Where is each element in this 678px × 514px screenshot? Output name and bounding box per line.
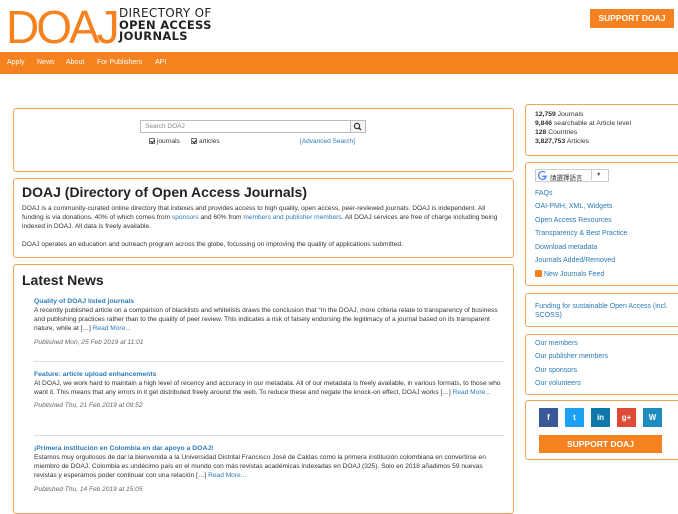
stat-countries-label: Countries [546,129,578,136]
language-select-label: 請選擇語言 [550,175,583,182]
site-header: DOAJ DIRECTORY OF OPEN ACCESS JOURNALS S… [0,0,678,52]
twitter-icon[interactable]: t [565,408,584,427]
support-doaj-button[interactable]: SUPPORT DOAJ [590,9,674,28]
rss-icon [535,270,542,277]
articles-checkbox-label: articles [199,138,220,145]
sidebar-link-publisher-members[interactable]: Our publisher members [535,353,608,360]
sidebar-link-oa-resources[interactable]: Open Access Resources [535,217,612,224]
journals-checkbox[interactable]: journals [149,138,180,145]
intro-paragraph-2: DOAJ operates an education and outreach … [22,241,403,248]
funding-panel: Funding for sustainable Open Access (inc… [525,293,678,327]
sidebar-link-sponsors[interactable]: Our sponsors [535,367,577,374]
search-panel: Search DOAJ journals articles [Advanced … [13,108,514,172]
nav-apply[interactable]: Apply [7,52,25,74]
logo-line-3: JOURNALS [119,29,188,43]
nav-api[interactable]: API [155,52,166,74]
chevron-down-icon: ▼ [596,172,602,178]
nav-news[interactable]: News [37,52,55,74]
google-g-icon [538,171,547,180]
sidebar-link-our-members[interactable]: Our members [535,340,578,347]
stats-panel: 12,759 Journals 9,846 searchable at Arti… [525,104,678,156]
news-body: Estamos muy orgullosos de dar la bienven… [34,453,504,481]
news-item: Feature: article upload enhancements At … [34,371,504,409]
articles-checkbox[interactable]: articles [191,138,220,145]
stat-articles: 3,827,753 Articles [535,137,631,146]
news-published: Published Thu, 21 Feb 2019 at 09:52 [34,402,143,410]
stat-articles-value: 3,827,753 [535,138,566,145]
news-divider [34,361,504,362]
stat-searchable-label: searchable at Article level [552,120,631,127]
journals-check-icon [149,138,155,144]
news-divider [34,435,504,436]
news-title-link[interactable]: ¡Primera institución en Colombia en dar … [34,445,213,452]
intro-text: and 60% from [198,214,244,222]
select-divider [591,169,592,180]
sidebar-link-journals-added[interactable]: Journals Added/Removed [535,257,615,264]
sidebar-link-oai-pmh[interactable]: OAI-PMH, XML, Widgets [535,203,612,210]
intro-panel: DOAJ (Directory of Open Access Journals)… [13,178,514,258]
facebook-icon[interactable]: f [539,408,558,427]
read-more-link[interactable]: Read More... [93,325,131,332]
intro-title: DOAJ (Directory of Open Access Journals) [22,184,308,200]
news-body: At DOAJ, we work hard to maintain a high… [34,379,504,397]
stat-articles-label: Articles [565,138,590,145]
sidebar-link-download-metadata[interactable]: Download metadata [535,244,597,251]
google-plus-icon[interactable]: g+ [617,408,636,427]
members-panel: Our members Our publisher members Our sp… [525,334,678,395]
stat-searchable: 9,846 searchable at Article level [535,119,631,128]
latest-news-heading: Latest News [22,272,104,288]
read-more-link[interactable]: Read More... [208,472,246,479]
search-button[interactable] [350,120,366,133]
news-published: Published Mon, 25 Feb 2019 at 11:01 [34,338,144,346]
read-more-link[interactable]: Read More... [453,389,491,396]
social-panel: f t in g+ W SUPPORT DOAJ [525,400,678,460]
news-body: A recently published article on a compar… [34,306,504,334]
resources-panel: 請選擇語言 ▼ FAQs OAI-PMH, XML, Widgets Open … [525,162,678,286]
feed-label: New Journals Feed [544,271,605,278]
stat-journals: 12,759 Journals [535,110,631,119]
stats-list: 12,759 Journals 9,846 searchable at Arti… [535,110,631,146]
wordpress-icon[interactable]: W [643,408,662,427]
stat-searchable-value: 9,846 [535,120,553,127]
news-title-link[interactable]: Feature: article upload enhancements [34,371,156,378]
latest-news-panel: Latest News Quality of DOAJ listed journ… [13,264,514,514]
funding-link[interactable]: Funding for sustainable Open Access (inc… [535,302,677,320]
logo-text[interactable]: DIRECTORY OF OPEN ACCESS JOURNALS [119,7,212,43]
logo-mark[interactable]: DOAJ [6,4,120,50]
intro-paragraph-1: DOAJ is a community-curated online direc… [22,204,506,232]
nav-about[interactable]: About [66,52,84,74]
news-title-link[interactable]: Quality of DOAJ listed journals [34,298,134,305]
stat-countries-value: 128 [535,129,547,136]
articles-check-icon [191,138,197,144]
nav-for-publishers[interactable]: For Publishers [97,52,142,74]
stat-journals-label: Journals [555,111,584,118]
sidebar-link-transparency[interactable]: Transparency & Best Practice [535,230,627,237]
news-item: Quality of DOAJ listed journals A recent… [34,298,504,346]
sidebar-link-new-journals-feed[interactable]: New Journals Feed [535,270,604,278]
search-input[interactable]: Search DOAJ [140,120,351,133]
news-published: Published Thu, 14 Feb 2019 at 15:05 [34,485,143,493]
stat-journals-value: 12,759 [535,111,556,118]
journals-checkbox-label: journals [157,138,180,145]
members-link[interactable]: members and publisher members [243,214,341,221]
language-select[interactable]: 請選擇語言 ▼ [535,169,609,182]
advanced-search-link[interactable]: [Advanced Search] [300,138,355,145]
sidebar-link-volunteers[interactable]: Our volunteers [535,380,581,387]
linkedin-icon[interactable]: in [591,408,610,427]
stat-countries: 128 Countries [535,128,631,137]
search-icon [353,122,362,131]
sidebar-link-faqs[interactable]: FAQs [535,190,553,197]
news-excerpt: Estamos muy orgullosos de dar la bienven… [34,454,486,480]
sponsors-link[interactable]: sponsors [172,214,199,221]
main-nav: Apply News About For Publishers API [0,52,678,74]
news-item: ¡Primera institución en Colombia en dar … [34,445,504,493]
news-excerpt: At DOAJ, we work hard to maintain a high… [34,380,501,397]
support-doaj-bottom-button[interactable]: SUPPORT DOAJ [539,435,662,453]
